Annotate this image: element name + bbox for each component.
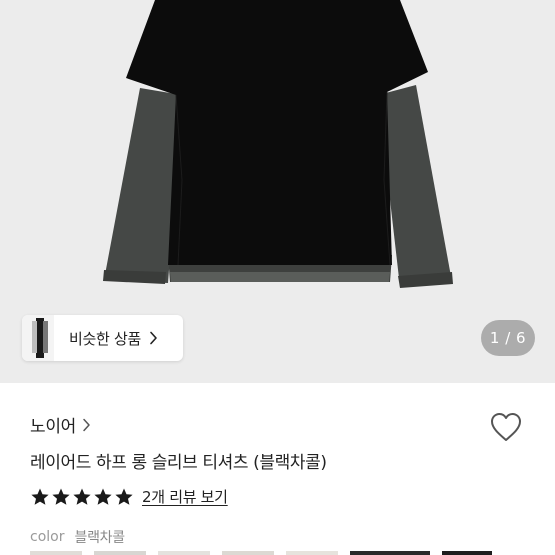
option-swatch[interactable]	[94, 551, 146, 555]
option-swatch[interactable]	[30, 551, 82, 555]
star-filled-icon	[30, 487, 50, 507]
option-swatch[interactable]	[158, 551, 210, 555]
review-link[interactable]: 2개 리뷰 보기	[142, 486, 228, 507]
star-filled-icon	[114, 487, 134, 507]
option-label: color	[30, 529, 65, 545]
option-swatch[interactable]	[442, 551, 492, 555]
similar-product-thumbnail	[22, 315, 54, 361]
star-filled-icon	[93, 487, 113, 507]
rating-row: 2개 리뷰 보기	[30, 486, 228, 507]
star-filled-icon	[72, 487, 92, 507]
similar-products-button[interactable]: 비슷한 상품	[22, 315, 183, 361]
image-page-counter: 1 / 6	[481, 320, 535, 356]
wishlist-button[interactable]	[487, 410, 525, 448]
option-swatch-strip	[0, 551, 555, 555]
product-title: 레이어드 하프 롱 슬리브 티셔츠 (블랙차콜)	[30, 453, 327, 473]
similar-products-label: 비슷한 상품	[69, 329, 141, 348]
brand-link[interactable]: 노이어	[30, 412, 91, 437]
option-row: color 블랙차콜	[30, 527, 125, 547]
chevron-right-icon	[149, 331, 158, 345]
option-swatch[interactable]	[286, 551, 338, 555]
product-image-gallery[interactable]: 비슷한 상품 1 / 6	[0, 0, 555, 383]
heart-outline-icon	[489, 411, 523, 447]
star-filled-icon	[51, 487, 71, 507]
brand-name: 노이어	[30, 417, 77, 437]
option-swatch[interactable]	[222, 551, 274, 555]
chevron-right-icon	[82, 418, 91, 432]
option-value: 블랙차콜	[74, 530, 125, 546]
rating-stars	[30, 487, 134, 507]
option-swatch[interactable]	[350, 551, 430, 555]
